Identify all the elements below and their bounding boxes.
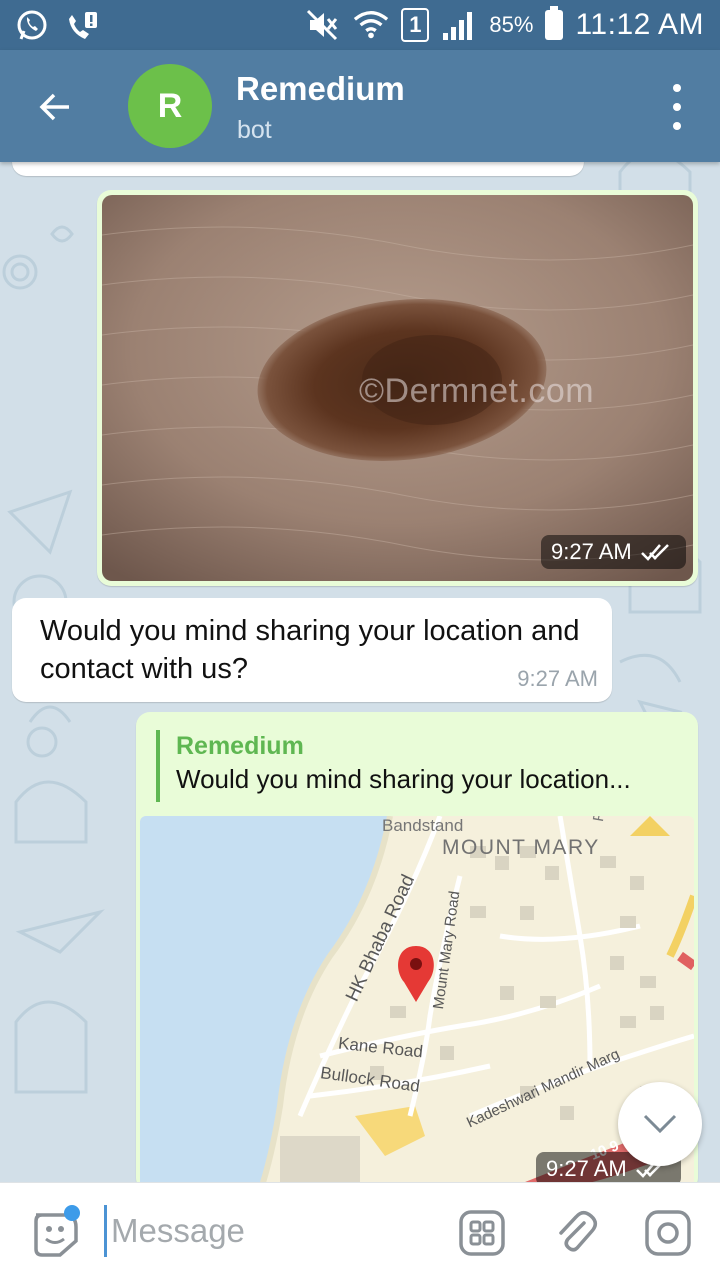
chat-title[interactable]: Remedium <box>236 70 405 108</box>
whatsapp-icon <box>14 8 50 44</box>
reply-quote[interactable]: Remedium Would you mind sharing your loc… <box>156 730 686 802</box>
paperclip-icon <box>559 1211 597 1252</box>
quote-author: Remedium <box>176 732 304 760</box>
chat-header: R Remedium bot <box>0 50 720 162</box>
message-text: Would you mind sharing your location and… <box>40 615 580 685</box>
sim-slot-badge: 1 <box>401 8 430 42</box>
attach-button[interactable] <box>550 1207 602 1259</box>
more-options-button[interactable] <box>664 84 690 130</box>
map-label-mount-mary: MOUNT MARY <box>442 836 600 859</box>
arrow-left-icon <box>39 93 69 121</box>
clock: 11:12 AM <box>575 8 704 41</box>
scroll-to-bottom-button[interactable] <box>618 1082 702 1166</box>
message-input[interactable] <box>104 1205 424 1257</box>
bot-commands-button[interactable] <box>456 1207 508 1259</box>
message-list[interactable]: ©Dermnet.com 9:27 AM Would you mind shar… <box>0 162 720 1182</box>
location-map[interactable]: Bandstand MOUNT MARY Re HK Bhaba Road Mo… <box>140 816 694 1182</box>
battery-percent: 85% <box>489 12 534 37</box>
sticker-emoji-button[interactable] <box>28 1205 84 1261</box>
sticker-icon <box>34 1205 80 1257</box>
camera-icon <box>645 1210 691 1256</box>
skin-lesion-photo[interactable]: ©Dermnet.com <box>102 195 693 581</box>
map-label-bandstand: Bandstand <box>382 816 464 835</box>
incoming-message[interactable]: Would you mind sharing your location and… <box>12 598 612 702</box>
bot-keyboard-icon <box>459 1210 505 1256</box>
signal-icon <box>441 7 477 43</box>
chevron-down-icon <box>643 1114 677 1134</box>
message-composer <box>0 1182 720 1280</box>
battery-icon <box>545 6 564 40</box>
reply-time-text: 9:27 AM <box>546 1156 627 1181</box>
message-time: 9:27 AM <box>517 666 598 691</box>
photo-watermark: ©Dermnet.com <box>359 372 595 410</box>
status-bar: 1 85% 11:12 AM <box>0 0 720 50</box>
mute-icon <box>305 7 341 43</box>
photo-message[interactable]: ©Dermnet.com 9:27 AM <box>97 190 698 586</box>
photo-timestamp: 9:27 AM <box>541 535 686 569</box>
map-image <box>140 816 694 1182</box>
quote-text: Would you mind sharing your location... <box>176 764 631 794</box>
wifi-icon <box>353 7 389 43</box>
back-button[interactable] <box>26 78 84 136</box>
chat-subtitle: bot <box>237 116 272 144</box>
location-reply-message[interactable]: Remedium Would you mind sharing your loc… <box>136 712 698 1182</box>
previous-message-bubble <box>12 162 584 176</box>
missed-call-alert-icon <box>64 8 100 44</box>
camera-button[interactable] <box>642 1207 694 1259</box>
double-check-icon <box>640 544 669 561</box>
avatar[interactable]: R <box>128 64 212 148</box>
photo-time-text: 9:27 AM <box>551 539 632 564</box>
